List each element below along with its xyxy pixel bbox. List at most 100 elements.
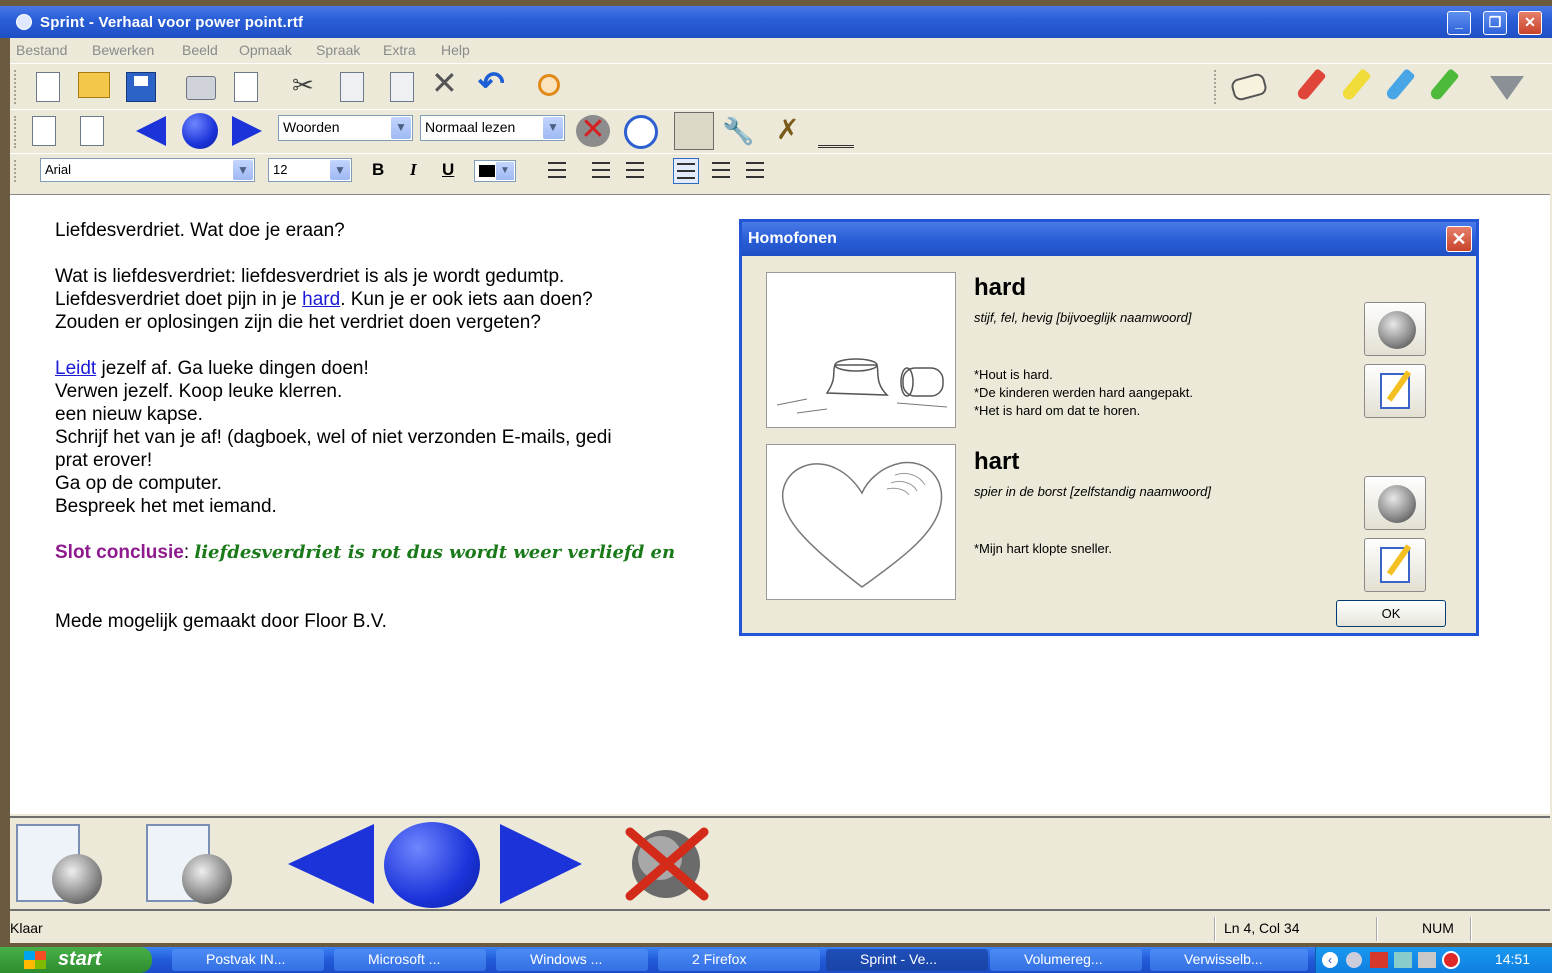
next-icon[interactable] <box>232 116 262 146</box>
flag-toggle-icon[interactable] <box>674 112 714 150</box>
menu-help[interactable]: Help <box>441 42 470 58</box>
tools-icon[interactable]: 🔧 <box>722 116 756 146</box>
doc-line: Ga op de computer. <box>55 473 222 494</box>
taskbar-item[interactable]: Postvak IN... <box>172 949 324 971</box>
font-size-select[interactable]: 12 ▼ <box>268 158 352 182</box>
bullet-list-icon[interactable] <box>548 162 566 178</box>
copy-icon[interactable] <box>340 72 364 102</box>
close-button[interactable]: ✕ <box>1518 11 1542 35</box>
toolbar-grip[interactable] <box>1214 70 1217 104</box>
homophone-examples: *Hout is hard. *De kinderen werden hard … <box>974 366 1193 420</box>
cut-icon[interactable]: ✂ <box>292 70 314 100</box>
align-left-button[interactable] <box>673 158 699 184</box>
speak-word-button[interactable] <box>1364 302 1426 356</box>
eraser-icon[interactable] <box>1229 71 1269 103</box>
menu-extra[interactable]: Extra <box>383 42 416 58</box>
reading-mode-select[interactable]: Normaal lezen ▼ <box>420 115 565 141</box>
edit-word-button[interactable] <box>1364 538 1426 592</box>
menu-spraak[interactable]: Spraak <box>316 42 360 58</box>
chevron-left-icon[interactable]: ‹ <box>1322 952 1338 968</box>
previous-icon[interactable] <box>136 116 166 146</box>
text-color-select[interactable]: ▼ <box>474 160 516 182</box>
chevron-down-icon[interactable]: ▼ <box>496 162 514 180</box>
underline-button[interactable]: U <box>442 160 454 180</box>
chevron-down-icon[interactable]: ▼ <box>391 117 411 139</box>
tree-stump-illustration <box>776 358 948 414</box>
mute-large-icon[interactable] <box>622 824 712 902</box>
filter-icon[interactable] <box>1490 76 1524 100</box>
example-line: *De kinderen werden hard aangepakt. <box>974 385 1193 400</box>
new-document-icon[interactable] <box>36 72 60 102</box>
taskbar-item[interactable]: Windows ... <box>496 949 648 971</box>
chevron-down-icon[interactable]: ▼ <box>233 160 253 180</box>
tray-alert-icon[interactable] <box>1442 951 1460 969</box>
doc-text: jezelf af. Ga lueke dingen doen! <box>96 358 369 379</box>
menu-bewerken[interactable]: Bewerken <box>92 42 154 58</box>
speech-settings-icon[interactable] <box>818 114 854 148</box>
yellow-marker-icon[interactable] <box>1340 68 1372 102</box>
tray-security-icon[interactable] <box>1418 952 1436 968</box>
align-center-icon[interactable] <box>712 162 730 178</box>
green-marker-icon[interactable] <box>1428 68 1460 102</box>
homophone-link-hard[interactable]: hard <box>302 289 340 310</box>
speak-word-button[interactable] <box>1364 476 1426 530</box>
undo-icon[interactable]: ↶ <box>478 67 505 99</box>
menu-beeld[interactable]: Beeld <box>182 42 218 58</box>
read-document-large-button[interactable] <box>16 824 102 904</box>
chevron-down-icon[interactable]: ▼ <box>330 160 350 180</box>
bold-button[interactable]: B <box>372 160 384 180</box>
taskbar-item[interactable]: Microsoft ... <box>334 949 486 971</box>
read-document-icon[interactable] <box>32 116 56 146</box>
font-select[interactable]: Arial ▼ <box>40 158 255 182</box>
reading-unit-select[interactable]: Woorden ▼ <box>278 115 413 141</box>
speaker-icon <box>1378 311 1416 349</box>
mouse-reading-icon[interactable] <box>624 115 658 149</box>
next-large-icon[interactable] <box>500 824 582 904</box>
red-marker-icon[interactable] <box>1295 68 1327 102</box>
find-icon[interactable] <box>538 74 560 96</box>
italic-button[interactable]: I <box>410 160 417 180</box>
tray-network-icon[interactable] <box>1370 952 1388 968</box>
menu-opmaak[interactable]: Opmaak <box>239 42 292 58</box>
document-area[interactable]: Liefdesverdriet. Wat doe je eraan? Wat i… <box>10 194 1550 814</box>
taskbar-item[interactable]: 2 Firefox <box>658 949 820 971</box>
mute-speech-icon[interactable]: ✕ <box>576 115 610 147</box>
delete-icon[interactable]: ✕ <box>431 67 458 99</box>
edit-word-button[interactable] <box>1364 364 1426 418</box>
toolbar-grip[interactable] <box>14 116 17 148</box>
chevron-down-icon[interactable]: ▼ <box>543 117 563 139</box>
menu-bestand[interactable]: Bestand <box>16 42 67 58</box>
dialog-close-button[interactable]: ✕ <box>1446 226 1472 252</box>
taskbar-item[interactable]: Verwisselb... <box>1150 949 1308 971</box>
toolbar-grip[interactable] <box>14 70 17 104</box>
print-preview-icon[interactable] <box>234 72 258 102</box>
minimize-button[interactable]: _ <box>1447 11 1471 35</box>
stop-icon[interactable] <box>182 113 218 149</box>
blue-marker-icon[interactable] <box>1384 68 1416 102</box>
ok-button[interactable]: OK <box>1336 600 1446 627</box>
start-button[interactable]: start <box>0 947 152 973</box>
previous-large-icon[interactable] <box>288 824 374 904</box>
save-icon[interactable] <box>126 72 156 102</box>
read-selection-large-button[interactable] <box>146 824 232 904</box>
decrease-indent-icon[interactable] <box>592 162 610 178</box>
read-selection-icon[interactable] <box>80 116 104 146</box>
tray-app-icon[interactable] <box>1346 952 1362 968</box>
print-icon[interactable] <box>186 76 216 100</box>
increase-indent-icon[interactable] <box>626 162 644 178</box>
homophone-link-leidt[interactable]: Leidt <box>55 358 96 379</box>
open-folder-icon[interactable] <box>78 72 110 98</box>
cross-tools-icon[interactable]: ✗ <box>776 114 799 146</box>
toolbar-grip[interactable] <box>14 160 17 182</box>
restore-button[interactable]: ❐ <box>1483 11 1507 35</box>
paste-icon[interactable] <box>390 72 414 102</box>
align-right-icon[interactable] <box>746 162 764 178</box>
sprint-app-icon[interactable] <box>16 14 32 30</box>
tray-connection-icon[interactable] <box>1394 952 1412 968</box>
taskbar-item-active[interactable]: Sprint - Ve... <box>826 949 988 971</box>
document-text[interactable]: Liefdesverdriet. Wat doe je eraan? Wat i… <box>55 219 675 633</box>
taskbar-item[interactable]: Volumereg... <box>990 949 1142 971</box>
example-line: *Hout is hard. <box>974 367 1053 382</box>
stop-large-icon[interactable] <box>384 822 480 908</box>
reading-toolbar: Woorden ▼ Normaal lezen ▼ ✕ 🔧 ✗ <box>10 109 1552 153</box>
